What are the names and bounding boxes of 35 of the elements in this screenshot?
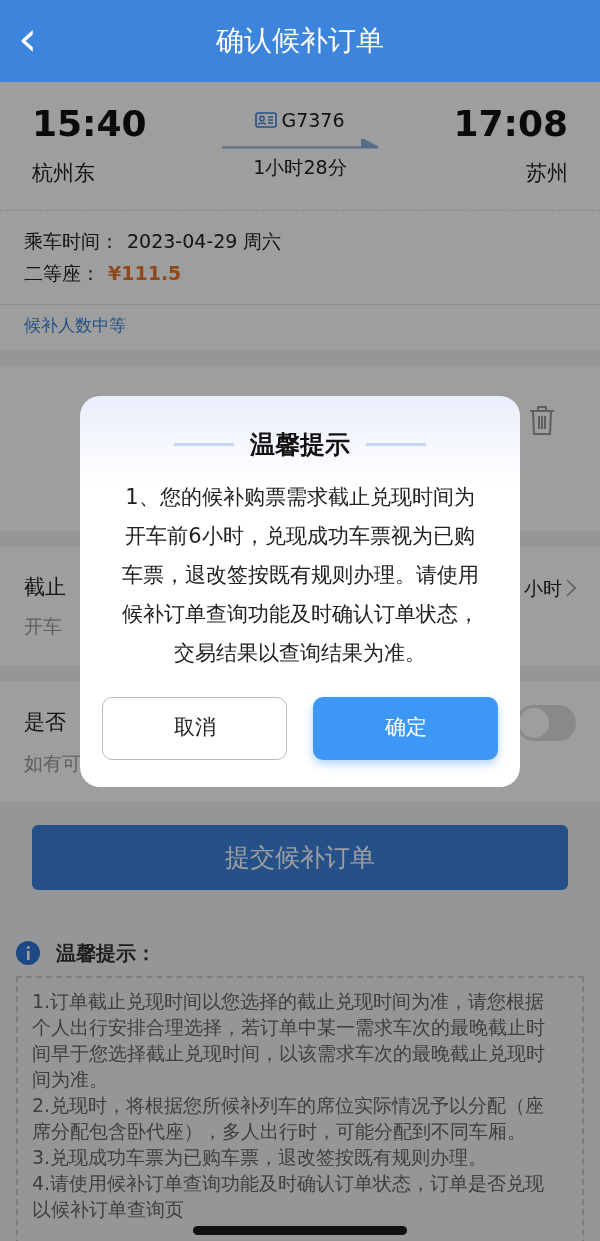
- cancel-button[interactable]: 取消: [102, 696, 287, 760]
- duration: 1小时28分: [253, 154, 347, 180]
- option-hint: 如有可: [24, 751, 81, 774]
- divider-line: [174, 442, 234, 447]
- departure-time: 15:40: [32, 106, 147, 142]
- info-icon: [16, 941, 40, 965]
- dialog-title: 温馨提示: [250, 429, 350, 461]
- trash-icon[interactable]: [528, 404, 556, 436]
- travel-date: 2023-04-29 周六: [127, 229, 282, 252]
- dialog-message: 1、您的候补购票需求截止兑现时间为开车前6小时，兑现成功车票视为已购车票，退改签按既有规则办理。请使用候补订单查询功能及时确认订单状态，交易结果以查询结果为准。: [120, 483, 480, 667]
- option-label: 是否: [24, 709, 66, 736]
- arrival-time: 17:08: [453, 106, 568, 142]
- confirm-button[interactable]: 确定: [313, 696, 498, 760]
- submit-button[interactable]: 提交候补订单: [32, 825, 568, 890]
- page-title: 确认候补订单: [216, 24, 384, 58]
- arrival-station: 苏州: [525, 160, 568, 187]
- id-card-icon: [255, 112, 278, 129]
- arrow-icon: [222, 138, 378, 149]
- tip-note: 2.兑现时，将根据您所候补列车的席位实际情况予以分配（座席分配包含卧代座），多人出行时，可能分配到不同车厢。: [32, 1093, 546, 1144]
- tip-note: 4.请使用候补订单查询功能及时确认订单状态，订单是否兑现以候补订单查询页: [32, 1171, 546, 1222]
- chevron-right-icon: [566, 578, 576, 597]
- divider-line: [366, 442, 426, 447]
- ticket-price: ¥111.5: [108, 262, 182, 284]
- deadline-hint: 开车: [24, 614, 62, 637]
- deadline-value[interactable]: 小时: [524, 573, 562, 602]
- tip-note: 3.兑现成功车票为已购车票，退改签按既有规则办理。: [32, 1145, 489, 1170]
- seat-label: 二等座：: [24, 262, 100, 284]
- departure-station: 杭州东: [32, 160, 96, 187]
- back-button[interactable]: ‹: [18, 14, 38, 62]
- date-label: 乘车时间：: [24, 229, 119, 252]
- tips-title: 温馨提示：: [56, 940, 156, 967]
- queue-level: 候补人数中等: [24, 314, 126, 335]
- tip-note: 1.订单截止兑现时间以您选择的截止兑现时间为准，请您根据个人出行安排合理选择，若订单中某一需求车次的最晚截止时间早于您选择截止兑现时间，以该需求车次的最晚截止兑现时间为准。: [32, 989, 546, 1092]
- train-number: G7376: [281, 108, 345, 133]
- deadline-label: 截止: [24, 574, 66, 601]
